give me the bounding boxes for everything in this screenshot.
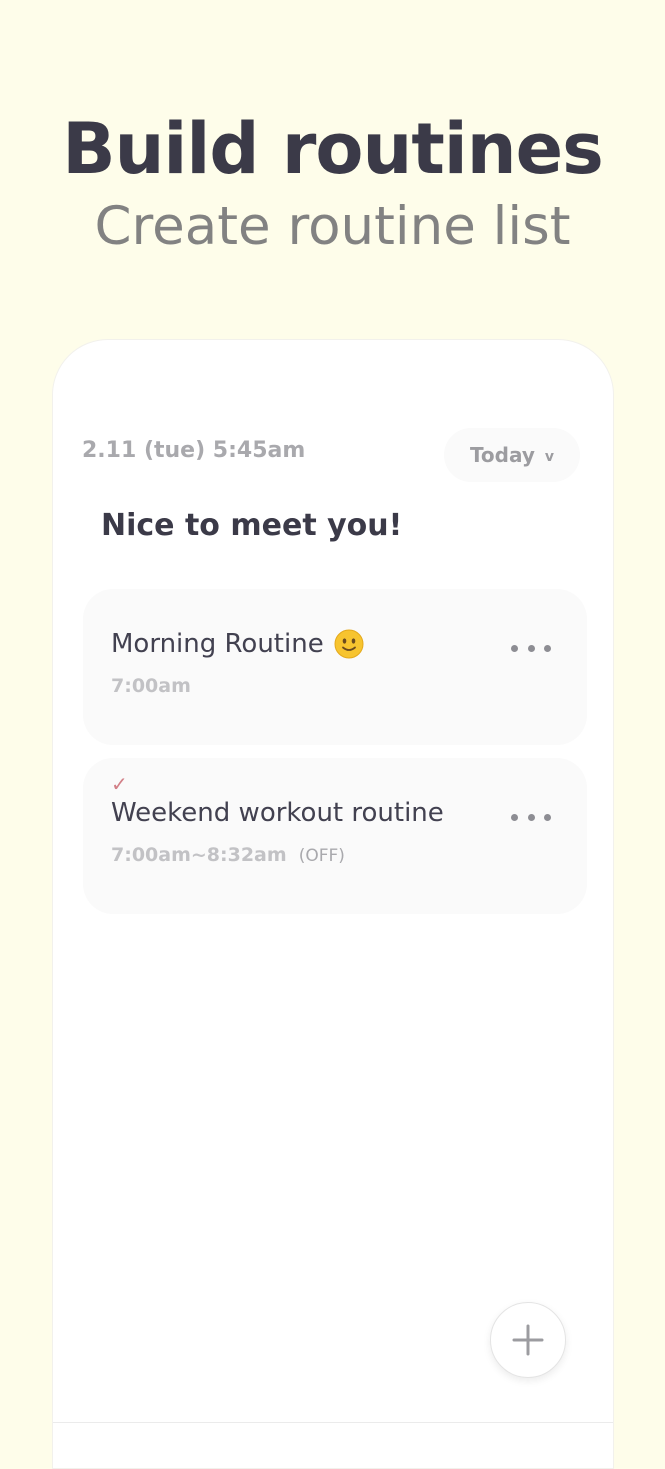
routine-status-badge: (OFF) [298,846,345,866]
more-dot-icon [527,644,535,652]
hero-title: Build routines [62,108,604,190]
more-dot-icon [544,813,551,821]
routine-name-label: Weekend workout routine [111,798,444,828]
slightly-smiling-face-icon [334,629,364,659]
more-options-button[interactable] [511,633,551,663]
today-filter-label: Today [469,443,535,467]
routine-time: 7:00am~8:32am (OFF) [111,844,345,866]
routine-time-label: 7:00am [111,675,191,697]
routine-card-weekend[interactable]: ✓ Weekend workout routine 7:00am~8:32am … [83,758,587,914]
routine-time: 7:00am [111,675,191,697]
phone-screen: 2.11 (tue) 5:45am Today v Nice to meet y… [52,339,614,1469]
more-options-button[interactable] [511,802,551,832]
hero-subtitle: Create routine list [94,196,571,257]
more-dot-icon [511,644,518,652]
chevron-down-icon: v [544,448,555,465]
routine-name-label: Morning Routine [111,629,324,659]
routine-card-morning[interactable]: Morning Routine 7:00am [83,589,587,745]
today-filter-button[interactable]: Today v [444,428,580,482]
current-date-time: 2.11 (tue) 5:45am [82,438,306,463]
greeting-text: Nice to meet you! [101,508,403,543]
routine-name: Weekend workout routine [111,798,444,828]
more-dot-icon [511,813,518,821]
more-dot-icon [527,813,535,821]
check-icon: ✓ [111,772,128,796]
add-routine-button[interactable] [490,1302,566,1378]
routine-time-label: 7:00am~8:32am [111,844,287,866]
more-dot-icon [544,644,551,652]
bottom-divider [53,1422,613,1423]
routine-name: Morning Routine [111,629,364,659]
plus-icon [512,1324,544,1356]
